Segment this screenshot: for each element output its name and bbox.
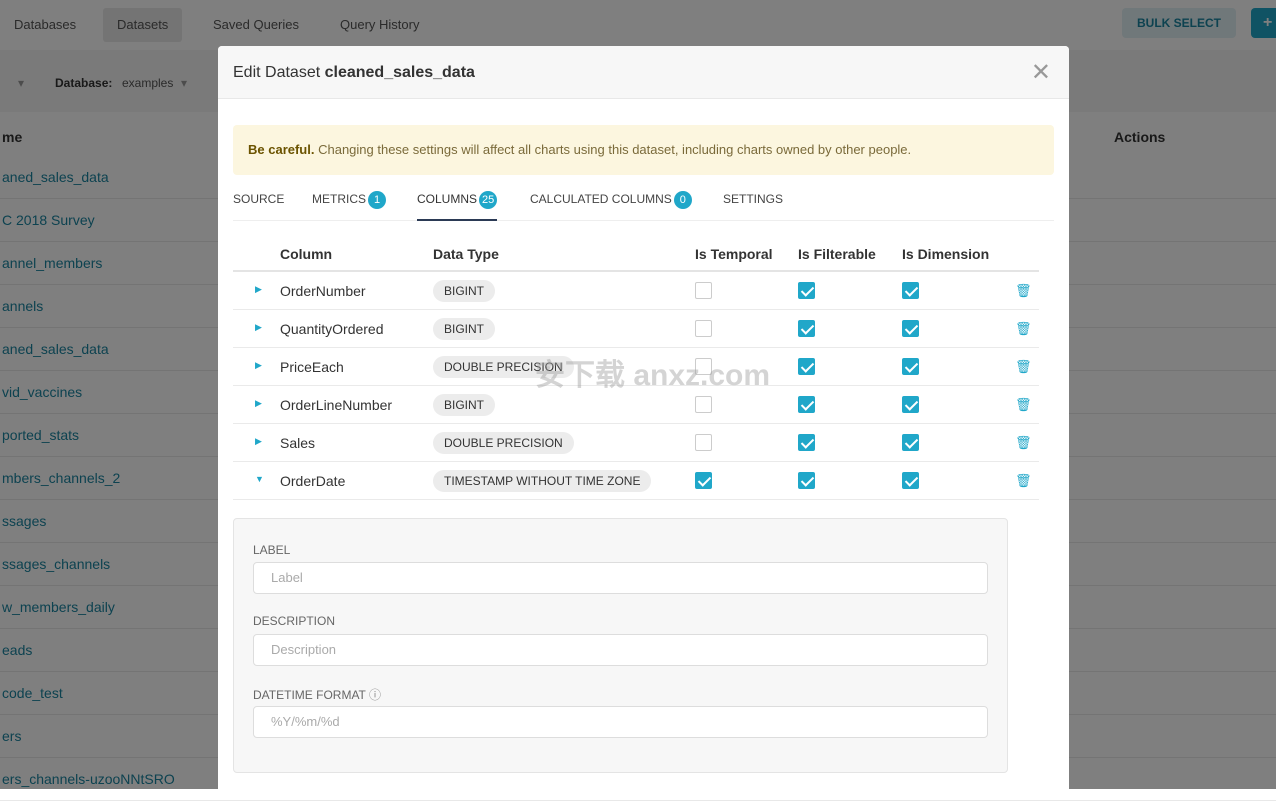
header-data-type: Data Type [433,246,499,262]
description-field-label: DESCRIPTION [253,614,336,628]
is-dimension-checkbox[interactable] [902,434,919,451]
column-name: QuantityOrdered [280,321,384,337]
caret-right-icon[interactable]: ▶ [255,398,262,409]
trash-icon[interactable]: 🗑 [1015,359,1032,375]
is-temporal-checkbox[interactable] [695,282,712,299]
table-row: ▶ Sales DOUBLE PRECISION 🗑 [233,424,1039,462]
alert-text: Changing these settings will affect all … [314,142,912,157]
is-filterable-checkbox[interactable] [798,282,815,299]
data-type-tag: BIGINT [433,394,496,416]
calculated-columns-badge: 0 [673,191,692,209]
columns-badge: 25 [479,191,498,209]
header-is-filterable: Is Filterable [798,246,876,262]
table-row: ▼ OrderDate TIMESTAMP WITHOUT TIME ZONE 🗑 [233,462,1039,500]
is-dimension-checkbox[interactable] [902,282,919,299]
caret-right-icon[interactable]: ▶ [255,360,262,371]
is-dimension-checkbox[interactable] [902,320,919,337]
trash-icon[interactable]: 🗑 [1015,435,1032,451]
column-name: OrderLineNumber [280,397,393,413]
datetime-format-label: DATETIME FORMAT [253,688,366,702]
header-is-temporal: Is Temporal [695,246,773,262]
is-dimension-checkbox[interactable] [902,358,919,375]
is-temporal-checkbox[interactable] [695,396,712,413]
close-icon[interactable]: ✕ [1031,46,1051,99]
trash-icon[interactable]: 🗑 [1015,397,1032,413]
data-type-tag: BIGINT [433,318,496,340]
is-temporal-checkbox[interactable] [695,320,712,337]
tabs: SOURCE METRICS 1 COLUMNS 25 CALCULATED COL… [233,181,1054,221]
datetime-format-input[interactable]: %Y/%m/%d [253,706,988,738]
caret-right-icon[interactable]: ▶ [255,322,262,333]
edit-dataset-modal: Edit Dataset cleaned_sales_data ✕ Be car… [218,46,1069,796]
tab-columns[interactable]: COLUMNS 25 [417,181,498,221]
is-temporal-checkbox[interactable] [695,434,712,451]
trash-icon[interactable]: 🗑 [1015,473,1032,489]
metrics-badge: 1 [368,191,386,209]
table-row: ▶ OrderNumber BIGINT 🗑 [233,272,1039,310]
is-filterable-checkbox[interactable] [798,358,815,375]
tab-calculated-columns[interactable]: CALCULATED COLUMNS 0 [530,181,692,221]
trash-icon[interactable]: 🗑 [1015,283,1032,299]
column-name: OrderDate [280,473,346,489]
header-is-dimension: Is Dimension [902,246,990,262]
data-type-tag: TIMESTAMP WITHOUT TIME ZONE [433,470,652,492]
table-header: Column Data Type Is Temporal Is Filterab… [233,236,1039,272]
watermark: 安下载 anxz.com [535,359,771,392]
data-type-tag: BIGINT [433,280,496,302]
is-filterable-checkbox[interactable] [798,434,815,451]
column-detail-panel: LABEL Label DESCRIPTION Description DATE… [233,518,1008,773]
tab-source[interactable]: SOURCE [233,181,284,221]
column-name: OrderNumber [280,283,366,299]
warning-alert: Be careful. Changing these settings will… [233,125,1054,175]
info-icon[interactable]: ⓘ [369,688,381,702]
is-dimension-checkbox[interactable] [902,472,919,489]
caret-right-icon[interactable]: ▶ [255,284,262,295]
label-input[interactable]: Label [253,562,988,594]
modal-title-prefix: Edit Dataset [233,64,321,81]
alert-bold: Be careful. [248,142,315,157]
column-name: Sales [280,435,316,451]
data-type-tag: DOUBLE PRECISION [433,432,574,454]
caret-right-icon[interactable]: ▶ [255,436,262,447]
is-filterable-checkbox[interactable] [798,320,815,337]
is-filterable-checkbox[interactable] [798,396,815,413]
is-filterable-checkbox[interactable] [798,472,815,489]
caret-down-icon[interactable]: ▼ [255,474,264,484]
table-row: ▶ QuantityOrdered BIGINT 🗑 [233,310,1039,348]
trash-icon[interactable]: 🗑 [1015,321,1032,337]
column-name: PriceEach [280,359,344,375]
modal-header: Edit Dataset cleaned_sales_data ✕ [218,46,1069,99]
tab-settings[interactable]: SETTINGS [723,181,783,221]
description-input[interactable]: Description [253,634,988,666]
is-dimension-checkbox[interactable] [902,396,919,413]
header-column: Column [280,246,333,262]
modal-title-dataset: cleaned_sales_data [324,64,475,81]
label-field-label: LABEL [253,543,291,557]
tab-metrics[interactable]: METRICS 1 [312,181,386,221]
is-temporal-checkbox[interactable] [695,472,712,489]
